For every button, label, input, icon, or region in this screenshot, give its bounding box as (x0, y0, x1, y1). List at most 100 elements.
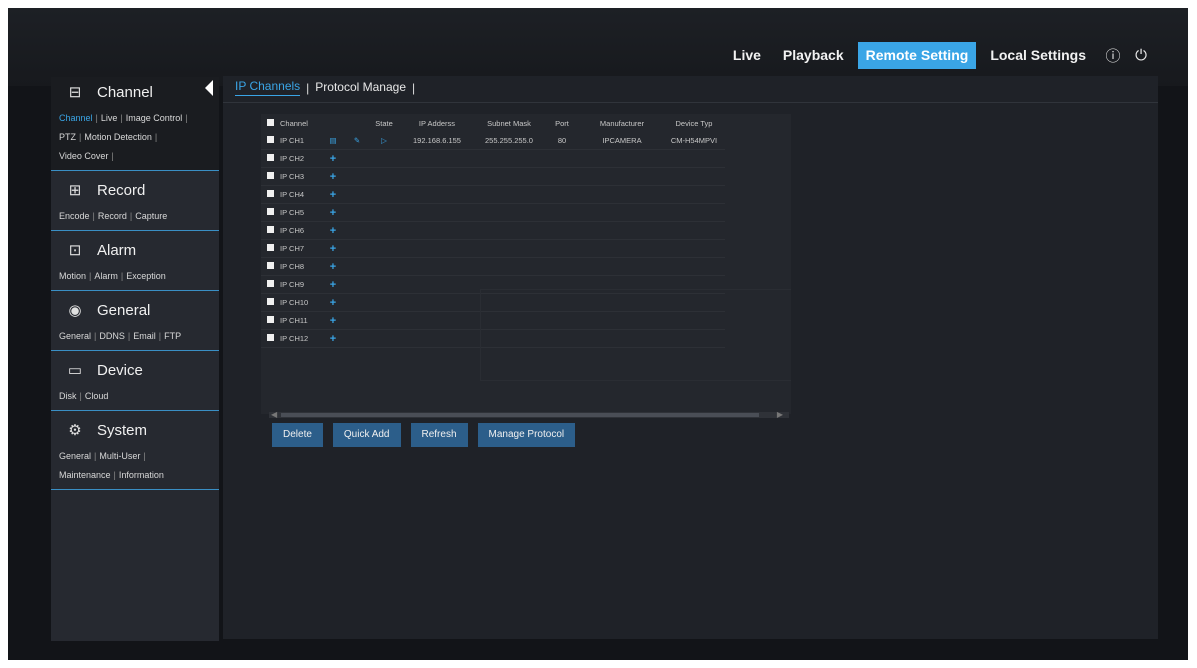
section-divider (51, 350, 219, 351)
row-checkbox[interactable] (266, 190, 274, 197)
add-icon[interactable]: + (321, 311, 345, 330)
link-live[interactable]: Live (101, 113, 118, 123)
link-disk[interactable]: Disk (59, 391, 77, 401)
table-row[interactable]: IP CH5 + (261, 203, 725, 222)
alarm-links: Motion | Alarm | Exception (59, 271, 166, 281)
nav-local-settings[interactable]: Local Settings (982, 42, 1094, 69)
row-checkbox[interactable] (266, 226, 274, 233)
link-ftp[interactable]: FTP (164, 331, 181, 341)
nav-playback[interactable]: Playback (775, 42, 852, 69)
nav-remote-setting[interactable]: Remote Setting (857, 42, 977, 69)
general-links: General | DDNS | Email | FTP (59, 331, 182, 341)
add-icon[interactable]: + (321, 185, 345, 204)
row-checkbox[interactable] (266, 280, 274, 287)
nav-live[interactable]: Live (725, 42, 769, 69)
add-icon[interactable]: + (321, 203, 345, 222)
header-ip: IP Adderss (418, 118, 456, 128)
edit-icon[interactable]: ✎ (345, 132, 369, 150)
content-panel: IP Channels | Protocol Manage | Channel … (223, 76, 1158, 639)
row-checkbox[interactable] (266, 316, 274, 323)
add-icon[interactable]: + (321, 239, 345, 258)
table-row[interactable]: IP CH7 + (261, 239, 725, 258)
sidebar-header-system[interactable]: ⚙ System (51, 415, 219, 445)
table-row[interactable]: IP CH8 + (261, 257, 725, 276)
delete-icon[interactable]: ▤ (321, 132, 345, 150)
row-checkbox[interactable] (266, 172, 274, 179)
link-encode[interactable]: Encode (59, 211, 90, 221)
link-ddns[interactable]: DDNS (99, 331, 125, 341)
device-links: Disk | Cloud (59, 391, 109, 401)
row-checkbox[interactable] (266, 262, 274, 269)
link-alarm[interactable]: Alarm (94, 271, 118, 281)
link-video-cover[interactable]: Video Cover (59, 151, 108, 161)
table-row[interactable]: IP CH3 + (261, 167, 725, 186)
row-checkbox[interactable] (266, 154, 274, 161)
link-information[interactable]: Information (119, 470, 164, 480)
power-icon[interactable]: ⏻ (1132, 47, 1150, 64)
header-subnet: Subnet Mask (487, 118, 531, 128)
header-channel: Channel (280, 118, 308, 128)
add-icon[interactable]: + (321, 329, 345, 348)
play-icon[interactable]: ▷ (369, 132, 399, 150)
add-icon[interactable]: + (321, 167, 345, 186)
sidebar-section-record: ⊞ Record Encode | Record | Capture (51, 175, 219, 231)
row-checkbox[interactable] (266, 244, 274, 251)
link-cloud[interactable]: Cloud (85, 391, 109, 401)
section-title: Alarm (97, 241, 137, 259)
cell-channel: IP CH12 (279, 329, 321, 348)
system-icon: ⚙ (68, 422, 82, 439)
link-image-control[interactable]: Image Control (126, 113, 183, 123)
add-icon[interactable]: + (321, 221, 345, 240)
select-all-checkbox[interactable] (266, 118, 274, 126)
link-general[interactable]: General (59, 331, 91, 341)
scrollbar-thumb[interactable] (281, 413, 759, 417)
section-title: Record (97, 181, 146, 199)
link-exception[interactable]: Exception (126, 271, 166, 281)
link-ptz[interactable]: PTZ (59, 132, 76, 142)
tab-ip-channels[interactable]: IP Channels (235, 79, 301, 96)
row-checkbox[interactable] (266, 136, 274, 143)
delete-button[interactable]: Delete (272, 423, 323, 447)
add-icon[interactable]: + (321, 257, 345, 276)
refresh-button[interactable]: Refresh (410, 423, 468, 447)
link-maintenance[interactable]: Maintenance (59, 470, 111, 480)
link-record[interactable]: Record (98, 211, 127, 221)
table-row[interactable]: IP CH1 ▤ ✎ ▷ 192.168.6.155 255.255.255.0… (261, 132, 725, 150)
section-divider (51, 290, 219, 291)
sidebar-section-general: ◉ General General | DDNS | Email | FTP (51, 295, 219, 351)
table-row[interactable]: IP CH2 + (261, 149, 725, 168)
cell-channel: IP CH9 (279, 275, 321, 294)
link-email[interactable]: Email (133, 331, 156, 341)
info-icon[interactable]: ⓘ (1104, 45, 1122, 66)
row-checkbox[interactable] (266, 208, 274, 215)
sidebar-header-alarm[interactable]: ⊡ Alarm (51, 235, 219, 265)
add-icon[interactable]: + (321, 275, 345, 294)
row-checkbox[interactable] (266, 334, 274, 341)
cell-channel: IP CH10 (279, 293, 321, 312)
top-bar: Live Playback Remote Setting Local Setti… (8, 8, 1188, 86)
link-channel[interactable]: Channel (59, 113, 93, 123)
scroll-right-icon[interactable]: ▶ (777, 410, 783, 419)
table-row[interactable]: IP CH4 + (261, 185, 725, 204)
sidebar-header-general[interactable]: ◉ General (51, 295, 219, 325)
add-icon[interactable]: + (321, 149, 345, 168)
horizontal-scrollbar[interactable]: ◀ ▶ (269, 410, 789, 419)
manage-protocol-button[interactable]: Manage Protocol (477, 423, 576, 447)
tab-protocol-manage[interactable]: Protocol Manage (315, 80, 406, 96)
header-manufacturer: Manufacturer (599, 118, 645, 128)
add-icon[interactable]: + (321, 293, 345, 312)
scroll-left-icon[interactable]: ◀ (271, 410, 277, 419)
link-motion-detection[interactable]: Motion Detection (84, 132, 152, 142)
link-system-general[interactable]: General (59, 451, 91, 461)
sidebar-header-channel[interactable]: ⊟ Channel (51, 77, 219, 107)
link-motion[interactable]: Motion (59, 271, 86, 281)
sidebar-header-record[interactable]: ⊞ Record (51, 175, 219, 205)
link-multi-user[interactable]: Multi-User (99, 451, 140, 461)
table-row[interactable]: IP CH6 + (261, 221, 725, 240)
alarm-icon: ⊡ (68, 242, 82, 259)
quick-add-button[interactable]: Quick Add (332, 423, 401, 447)
collapse-arrow-icon[interactable] (205, 80, 213, 96)
sidebar-header-device[interactable]: ▭ Device (51, 355, 219, 385)
row-checkbox[interactable] (266, 298, 274, 305)
link-capture[interactable]: Capture (135, 211, 167, 221)
